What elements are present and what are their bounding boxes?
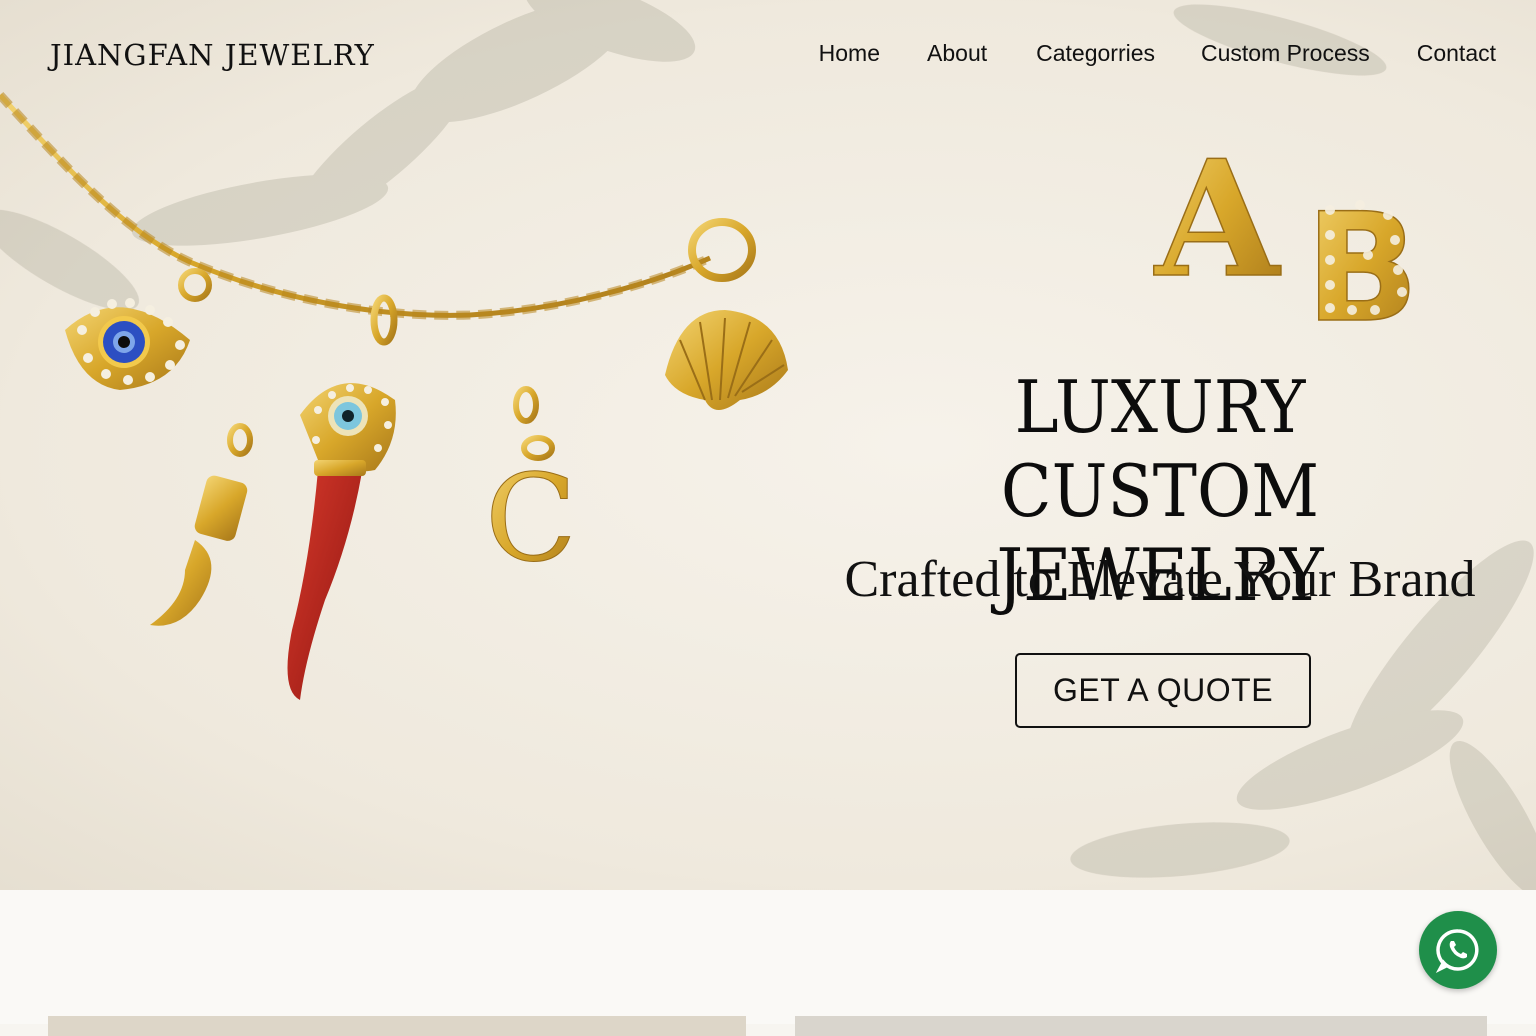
shell-pendant	[665, 310, 788, 410]
pavé-letter-b: B	[1304, 181, 1420, 357]
letter-c-pendant: C	[485, 386, 577, 590]
hero-subheadline: Crafted to Elevate Your Brand	[844, 551, 1476, 608]
hero-headline-line1: LUXURY CUSTOM	[1000, 365, 1320, 533]
evil-eye-pendant	[65, 268, 212, 390]
get-quote-button[interactable]: GET A QUOTE	[1015, 653, 1311, 728]
coral-horn-pendant	[287, 294, 398, 700]
pendant-letter-c: C	[485, 450, 577, 589]
section-card-right	[795, 1016, 1487, 1036]
gold-horn-pendant	[150, 423, 253, 626]
gold-chain	[0, 91, 712, 320]
pendant-letter-a: A	[1153, 125, 1281, 313]
hero-section: JIANGFAN JEWELRY Home About Categorries …	[0, 0, 1536, 890]
whatsapp-button[interactable]	[1419, 911, 1497, 989]
section-card-left	[48, 1016, 746, 1036]
whatsapp-icon	[1435, 929, 1479, 973]
clasp-ring	[688, 218, 756, 282]
next-section	[0, 890, 1536, 1036]
